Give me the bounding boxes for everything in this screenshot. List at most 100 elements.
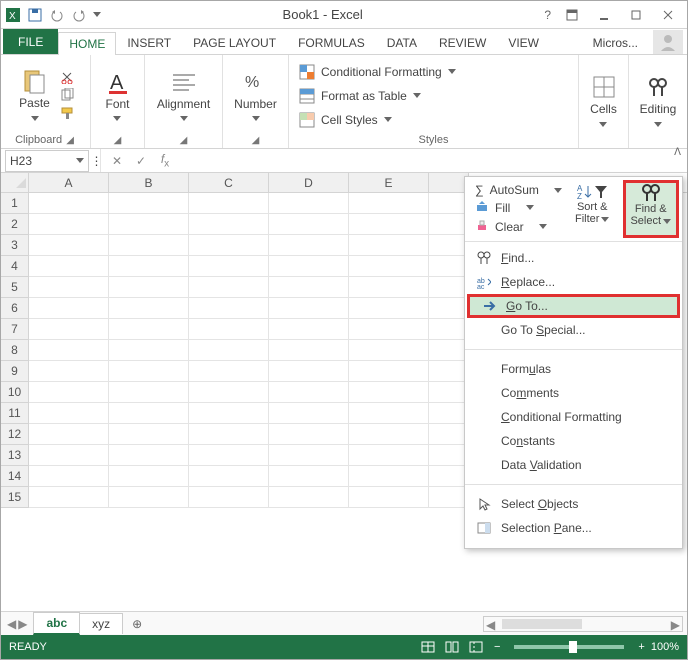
zoom-slider[interactable] [514,645,624,649]
cell[interactable] [269,382,349,403]
cell[interactable] [349,298,429,319]
row-header[interactable]: 2 [1,214,29,235]
cell[interactable] [29,298,109,319]
fill-button[interactable]: Fill [475,199,555,216]
dialog-launcher-icon[interactable]: ◢ [112,135,124,146]
page-layout-view-icon[interactable] [441,638,463,656]
cell[interactable] [29,214,109,235]
cell[interactable] [29,319,109,340]
new-sheet-button[interactable]: ⊕ [122,617,152,631]
cell[interactable] [269,214,349,235]
autosum-button[interactable]: ∑AutoSum [475,183,555,197]
cell[interactable] [429,340,469,361]
cell[interactable] [189,214,269,235]
cell[interactable] [29,382,109,403]
cell[interactable] [29,340,109,361]
column-header[interactable] [429,173,469,192]
menu-comments[interactable]: Comments [465,381,682,405]
redo-icon[interactable] [71,7,87,23]
zoom-in-button[interactable]: + [638,641,644,653]
cell[interactable] [189,235,269,256]
cell[interactable] [109,445,189,466]
sheet-nav-next-icon[interactable]: ▶ [18,617,27,631]
cell[interactable] [269,445,349,466]
menu-selection-pane[interactable]: Selection Pane... [465,516,682,540]
cell[interactable] [269,298,349,319]
cancel-formula-icon[interactable]: ✕ [105,154,129,168]
sheet-tab-xyz[interactable]: xyz [79,613,123,634]
column-header[interactable]: D [269,173,349,192]
cell[interactable] [29,487,109,508]
cell[interactable] [29,361,109,382]
format-as-table-button[interactable]: Format as Table [299,85,456,106]
cell[interactable] [109,298,189,319]
select-all-corner[interactable] [1,173,29,192]
dialog-launcher-icon[interactable]: ◢ [250,135,262,146]
cell[interactable] [349,361,429,382]
insert-function-icon[interactable]: fx [153,152,177,169]
cell[interactable] [189,340,269,361]
cell[interactable] [109,319,189,340]
cell[interactable] [189,361,269,382]
cell[interactable] [429,298,469,319]
zoom-out-button[interactable]: − [494,641,500,653]
dialog-launcher-icon[interactable]: ◢ [64,135,76,146]
cell[interactable] [109,256,189,277]
cell[interactable] [349,403,429,424]
menu-conditional-formatting[interactable]: Conditional Formatting [465,405,682,429]
paste-button[interactable]: Paste [15,65,54,125]
cell[interactable] [109,487,189,508]
cells-button[interactable]: Cells [586,71,622,131]
tab-file[interactable]: FILE [3,29,58,54]
cell[interactable] [269,256,349,277]
cell[interactable] [269,277,349,298]
normal-view-icon[interactable] [417,638,439,656]
tab-home[interactable]: HOME [58,32,116,55]
cell[interactable] [29,424,109,445]
row-header[interactable]: 14 [1,466,29,487]
cell[interactable] [189,298,269,319]
cell[interactable] [269,424,349,445]
sheet-nav-prev-icon[interactable]: ◀ [7,617,16,631]
dialog-launcher-icon[interactable]: ◢ [178,135,190,146]
row-header[interactable]: 8 [1,340,29,361]
clear-button[interactable]: Clear [475,218,555,235]
cell[interactable] [189,319,269,340]
cell[interactable] [189,256,269,277]
cell[interactable] [429,403,469,424]
cell[interactable] [349,487,429,508]
namebox-resize-handle[interactable]: ⋮ [93,149,101,172]
cell[interactable] [349,235,429,256]
cell[interactable] [29,466,109,487]
cell[interactable] [109,340,189,361]
cell[interactable] [349,466,429,487]
cell[interactable] [349,277,429,298]
cell[interactable] [269,361,349,382]
cell[interactable] [109,382,189,403]
cell[interactable] [429,277,469,298]
cell[interactable] [349,382,429,403]
row-header[interactable]: 7 [1,319,29,340]
column-header[interactable]: C [189,173,269,192]
cell[interactable] [109,424,189,445]
cell[interactable] [29,235,109,256]
cell[interactable] [189,487,269,508]
cell[interactable] [189,424,269,445]
cell[interactable] [189,277,269,298]
tab-data[interactable]: DATA [376,31,428,54]
cell[interactable] [429,382,469,403]
cell[interactable] [349,340,429,361]
cut-icon[interactable] [60,70,76,86]
close-icon[interactable] [653,4,683,26]
cell[interactable] [349,193,429,214]
user-avatar[interactable] [653,30,683,54]
find-select-button[interactable]: Find & Select [624,181,679,237]
menu-constants[interactable]: Constants [465,429,682,453]
cell[interactable] [189,466,269,487]
menu-replace[interactable]: abacReplace... [465,270,682,294]
number-button[interactable]: % Number [230,66,281,126]
cell[interactable] [269,403,349,424]
menu-data-validation[interactable]: Data Validation [465,453,682,477]
cell[interactable] [349,214,429,235]
tab-page-layout[interactable]: PAGE LAYOUT [182,31,287,54]
